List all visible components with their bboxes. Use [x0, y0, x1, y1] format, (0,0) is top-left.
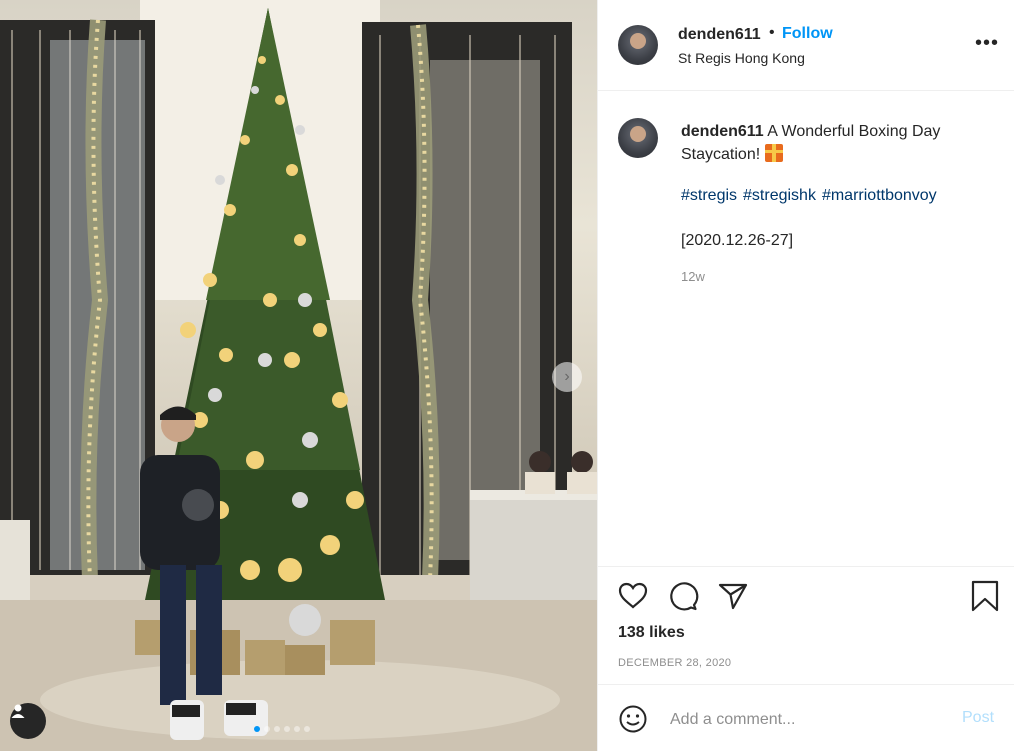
tagged-users-button[interactable]	[10, 703, 46, 739]
carousel-dot	[304, 726, 310, 732]
heart-icon[interactable]	[616, 579, 650, 613]
post-comment-button[interactable]: Post	[962, 709, 994, 727]
post-photo[interactable]: ›	[0, 0, 597, 751]
wrapped-gift-icon	[764, 144, 783, 162]
carousel-indicator	[254, 726, 310, 732]
post-sidebar: denden611 • Follow St Regis Hong Kong ••…	[597, 0, 1014, 751]
author-username[interactable]: denden611	[678, 26, 761, 44]
carousel-dot	[294, 726, 300, 732]
follow-button[interactable]: Follow	[782, 25, 833, 43]
carousel-next-button[interactable]: ›	[552, 362, 582, 392]
carousel-dot	[264, 726, 270, 732]
post-date: DECEMBER 28, 2020	[618, 657, 732, 669]
action-bar: 138 likes DECEMBER 28, 2020	[598, 566, 1014, 685]
like-count[interactable]: 138 likes	[618, 624, 685, 642]
carousel-dot	[274, 726, 280, 732]
hashtag-link[interactable]: #marriottbonvoy	[822, 187, 937, 204]
caption-block: denden611 A Wonderful Boxing Day Staycat…	[598, 92, 1014, 562]
hashtag-link[interactable]: #stregis	[681, 187, 737, 204]
caption-age[interactable]: 12w	[681, 269, 705, 284]
author-avatar[interactable]	[618, 25, 658, 65]
hashtag-list: #stregis #stregishk #marriottbonvoy	[681, 187, 943, 205]
caption-username[interactable]: denden611	[681, 123, 764, 140]
photo-illustration	[0, 0, 597, 751]
carousel-dot	[284, 726, 290, 732]
comment-form: Post	[598, 684, 1014, 752]
post-header: denden611 • Follow St Regis Hong Kong ••…	[598, 0, 1014, 91]
comment-input[interactable]	[668, 707, 942, 733]
share-icon[interactable]	[716, 579, 750, 613]
user-icon	[11, 704, 25, 718]
emoji-icon[interactable]	[618, 704, 648, 734]
caption-text: denden611 A Wonderful Boxing Day Staycat…	[681, 120, 981, 166]
more-options-icon[interactable]: •••	[975, 32, 999, 55]
caption-avatar[interactable]	[618, 118, 658, 158]
caption-date-range: [2020.12.26-27]	[681, 232, 794, 249]
hashtag-link[interactable]: #stregishk	[743, 187, 816, 204]
chevron-right-icon: ›	[564, 368, 570, 385]
carousel-dot	[254, 726, 260, 732]
header-separator: •	[769, 24, 775, 41]
comment-icon[interactable]	[666, 579, 700, 613]
location-link[interactable]: St Regis Hong Kong	[678, 50, 805, 66]
bookmark-icon[interactable]	[968, 579, 1002, 613]
